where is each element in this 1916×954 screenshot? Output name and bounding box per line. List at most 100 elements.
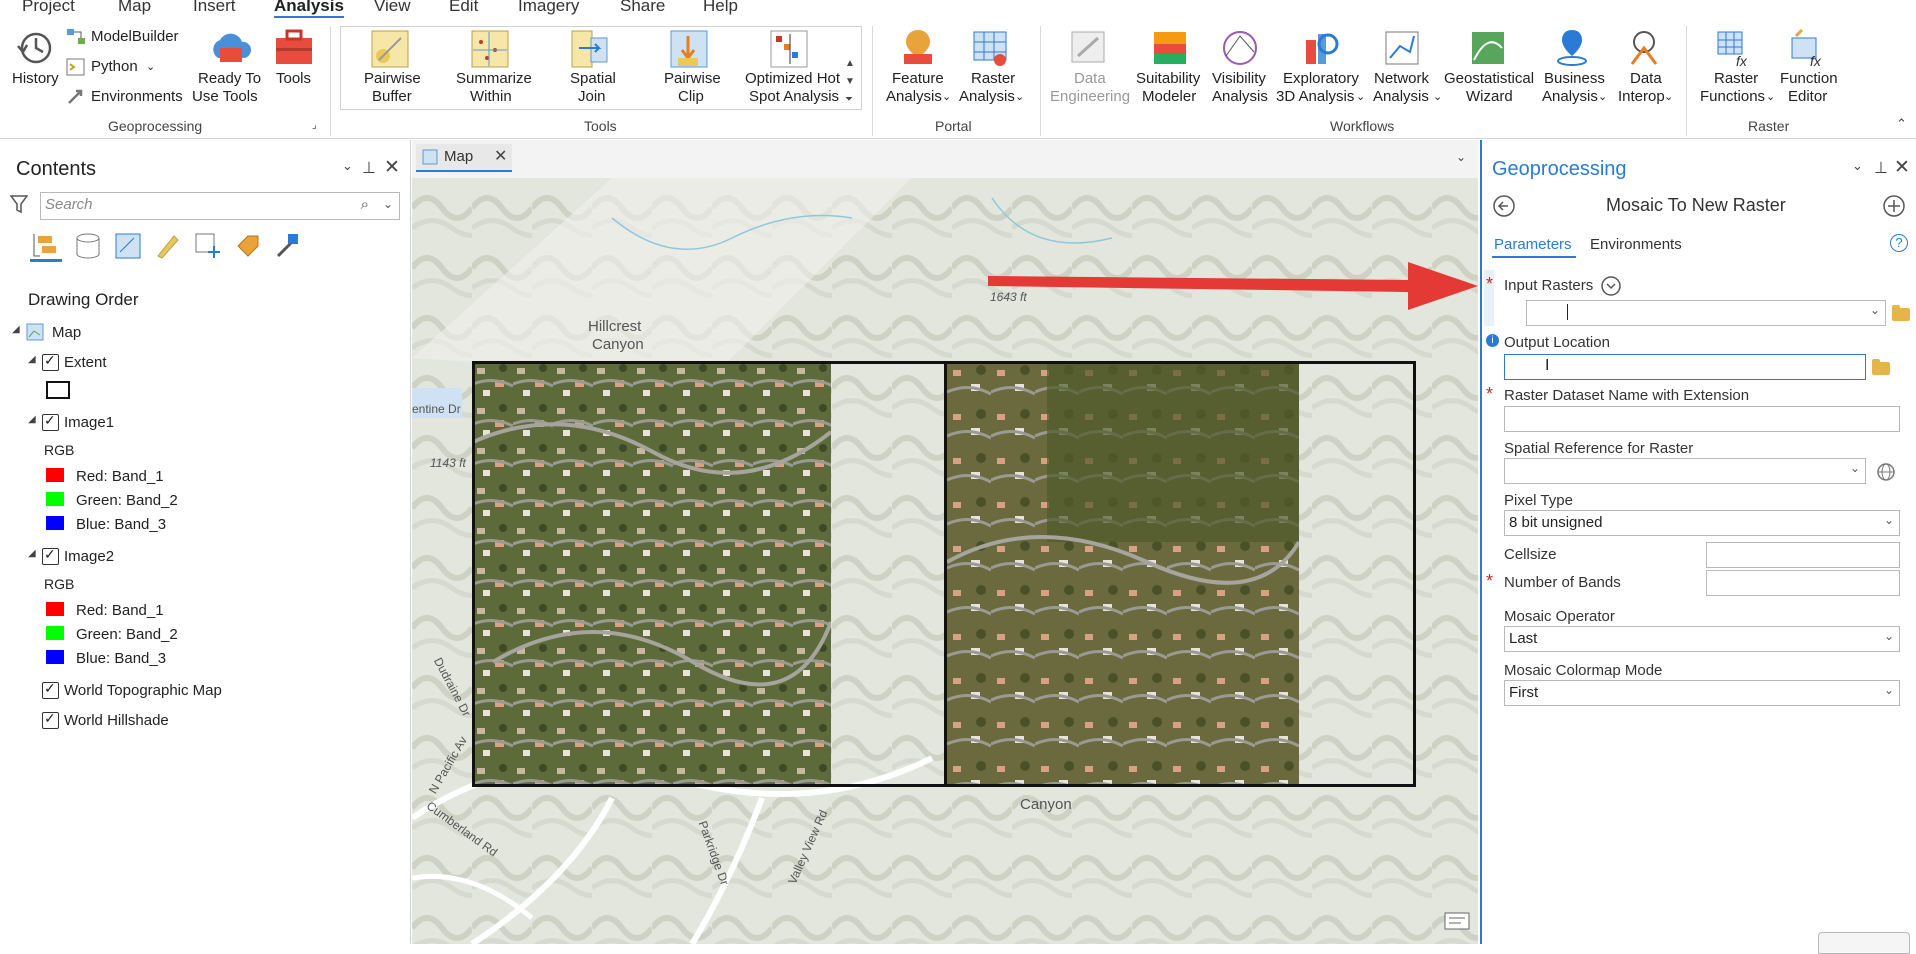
- tab-map[interactable]: Map: [118, 0, 151, 16]
- pin-icon[interactable]: ⊥: [362, 158, 376, 178]
- geostatistical-wizard-icon: [1472, 32, 1504, 64]
- extent-symbol[interactable]: [46, 381, 70, 399]
- tab-imagery[interactable]: Imagery: [518, 0, 579, 16]
- map-view[interactable]: Map ✕ ⌄ Hillcrest Canyon Canyon 1643 ft …: [412, 140, 1478, 944]
- tab-parameters[interactable]: Parameters: [1494, 236, 1572, 253]
- chevron-down-icon[interactable]: ⌄: [1884, 629, 1894, 643]
- spatial-reference-field[interactable]: ⌄: [1504, 458, 1866, 484]
- browse-folder-icon[interactable]: [1872, 359, 1890, 375]
- pixel-type-select[interactable]: 8 bit unsigned ⌄: [1504, 510, 1900, 536]
- expand-image1-icon[interactable]: ◢: [28, 414, 36, 425]
- colormap-mode-select[interactable]: First ⌄: [1504, 680, 1900, 706]
- tab-help[interactable]: Help: [703, 0, 738, 16]
- drawing-order-icon[interactable]: [30, 230, 62, 262]
- expand-circle-icon[interactable]: [1600, 275, 1622, 297]
- help-icon[interactable]: ?: [1890, 234, 1908, 252]
- gallery-scroll-up-icon[interactable]: ▲: [845, 58, 855, 69]
- contents-search-input[interactable]: Search ⌕ ⌄: [40, 192, 400, 220]
- tab-view[interactable]: View: [374, 0, 411, 16]
- band-label: Red: Band_1: [76, 602, 164, 619]
- green-swatch[interactable]: [46, 626, 64, 640]
- tree-item-map[interactable]: Map: [52, 324, 81, 341]
- image2-checkbox[interactable]: [42, 546, 59, 565]
- red-swatch[interactable]: [46, 468, 64, 482]
- add-icon[interactable]: [1882, 194, 1906, 218]
- symbology-icon[interactable]: [274, 232, 302, 260]
- contents-title: Contents: [16, 158, 97, 180]
- tree-item-hillshade[interactable]: World Hillshade: [64, 712, 169, 729]
- back-icon[interactable]: [1492, 194, 1516, 218]
- red-swatch[interactable]: [46, 602, 64, 616]
- pin-icon[interactable]: ⊥: [1874, 158, 1888, 178]
- expand-extent-icon[interactable]: ◢: [28, 354, 36, 365]
- extent-checkbox[interactable]: [42, 352, 59, 371]
- gallery-scroll-down-icon[interactable]: ▼: [845, 76, 855, 87]
- input-rasters-field[interactable]: ⌄: [1526, 300, 1886, 326]
- snapping-icon[interactable]: [194, 232, 222, 260]
- blue-swatch[interactable]: [46, 650, 64, 664]
- green-swatch[interactable]: [46, 492, 64, 506]
- chevron-down-icon[interactable]: ⌄: [1850, 461, 1860, 475]
- python-dropdown-icon[interactable]: ⌄: [146, 58, 155, 76]
- tab-environments[interactable]: Environments: [1590, 236, 1682, 253]
- close-tab-icon[interactable]: ✕: [494, 146, 507, 166]
- filter-icon[interactable]: [10, 194, 28, 214]
- mosaic-operator-select[interactable]: Last ⌄: [1504, 626, 1900, 652]
- pane-options-icon[interactable]: ⌄: [342, 158, 353, 174]
- tab-analysis[interactable]: Analysis: [274, 0, 344, 19]
- expand-map-icon[interactable]: ◢: [12, 324, 20, 335]
- environments-icon: [68, 89, 83, 104]
- globe-icon[interactable]: [1876, 462, 1896, 482]
- portal-group-label: Portal: [935, 118, 972, 134]
- pane-options-icon[interactable]: ⌄: [1852, 158, 1863, 174]
- labeling-icon[interactable]: [234, 232, 262, 260]
- tree-item-image2[interactable]: Image2: [64, 548, 114, 565]
- elevation-label: 1143 ft: [430, 456, 466, 470]
- blue-swatch[interactable]: [46, 516, 64, 530]
- collapse-ribbon-icon[interactable]: ⌃: [1896, 116, 1907, 132]
- function-editor-icon: fx: [1791, 28, 1822, 68]
- map-tips-icon[interactable]: [1444, 912, 1470, 932]
- text-cursor-icon: I: [1545, 357, 1550, 374]
- tree-item-extent[interactable]: Extent: [64, 354, 107, 371]
- info-icon[interactable]: i: [1486, 334, 1499, 347]
- map-tab[interactable]: Map ✕: [416, 144, 512, 172]
- python-button[interactable]: Python: [91, 58, 138, 76]
- selection-icon[interactable]: [114, 232, 142, 260]
- dialog-launcher-icon[interactable]: ⌟: [312, 120, 317, 131]
- editing-icon[interactable]: [154, 232, 182, 260]
- tree-item-image1[interactable]: Image1: [64, 414, 114, 431]
- run-button[interactable]: [1818, 932, 1910, 954]
- hillshade-checkbox[interactable]: [42, 710, 59, 729]
- data-source-icon[interactable]: [74, 232, 102, 260]
- image1-checkbox[interactable]: [42, 412, 59, 431]
- required-marker: *: [1486, 571, 1494, 591]
- dataset-name-field[interactable]: [1504, 406, 1900, 432]
- tab-edit[interactable]: Edit: [449, 0, 478, 16]
- network-analysis-icon: [1385, 31, 1419, 65]
- number-of-bands-field[interactable]: [1706, 570, 1900, 596]
- chevron-down-icon[interactable]: ⌄: [1870, 303, 1880, 317]
- tab-list-icon[interactable]: ⌄: [1456, 150, 1466, 164]
- modelbuilder-button[interactable]: ModelBuilder: [91, 28, 179, 46]
- chevron-down-icon[interactable]: ⌄: [383, 197, 393, 211]
- tab-share[interactable]: Share: [620, 0, 665, 16]
- browse-folder-icon[interactable]: [1892, 305, 1910, 321]
- output-location-field[interactable]: I: [1504, 354, 1866, 380]
- cellsize-field[interactable]: [1706, 542, 1900, 568]
- tab-insert[interactable]: Insert: [193, 0, 236, 16]
- spatial-join-icon: [571, 30, 608, 68]
- expand-image2-icon[interactable]: ◢: [28, 548, 36, 559]
- tree-item-topo[interactable]: World Topographic Map: [64, 682, 222, 699]
- tab-project[interactable]: Project: [22, 0, 75, 16]
- chevron-down-icon[interactable]: ⌄: [1884, 683, 1894, 697]
- chevron-down-icon[interactable]: ⌄: [1884, 513, 1894, 527]
- geoprocessing-pane: Geoprocessing ⌄ ⊥ ✕ Mosaic To New Raster…: [1480, 140, 1916, 954]
- gallery-expand-icon[interactable]: ⏷: [845, 94, 853, 105]
- close-icon[interactable]: ✕: [384, 156, 400, 179]
- pixel-type-label: Pixel Type: [1504, 492, 1573, 509]
- close-icon[interactable]: ✕: [1894, 156, 1910, 179]
- environments-button[interactable]: Environments: [91, 88, 183, 106]
- rgb-label: RGB: [44, 576, 75, 592]
- topo-checkbox[interactable]: [42, 680, 59, 699]
